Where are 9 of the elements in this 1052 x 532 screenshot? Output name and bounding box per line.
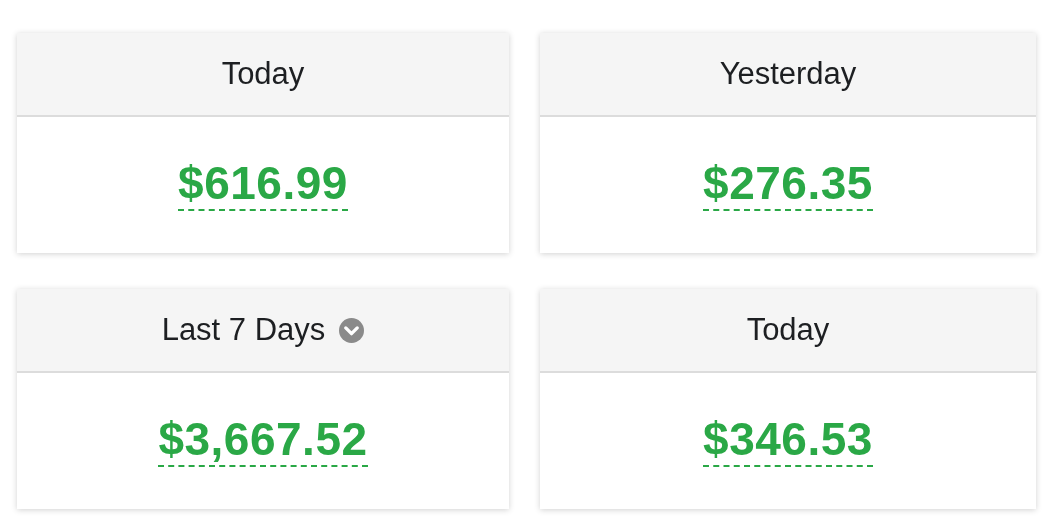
amount-value: $616.99 (178, 158, 348, 212)
dropdown-icon[interactable] (339, 317, 365, 343)
amount-value: $346.53 (703, 414, 873, 468)
card-title: Today (746, 310, 830, 349)
amount-value: $3,667.52 (158, 414, 368, 468)
card-title: Today (221, 54, 305, 93)
amount-value: $276.35 (703, 158, 873, 212)
card-title: Yesterday (719, 54, 857, 93)
card-title: Last 7 Days (161, 310, 326, 349)
